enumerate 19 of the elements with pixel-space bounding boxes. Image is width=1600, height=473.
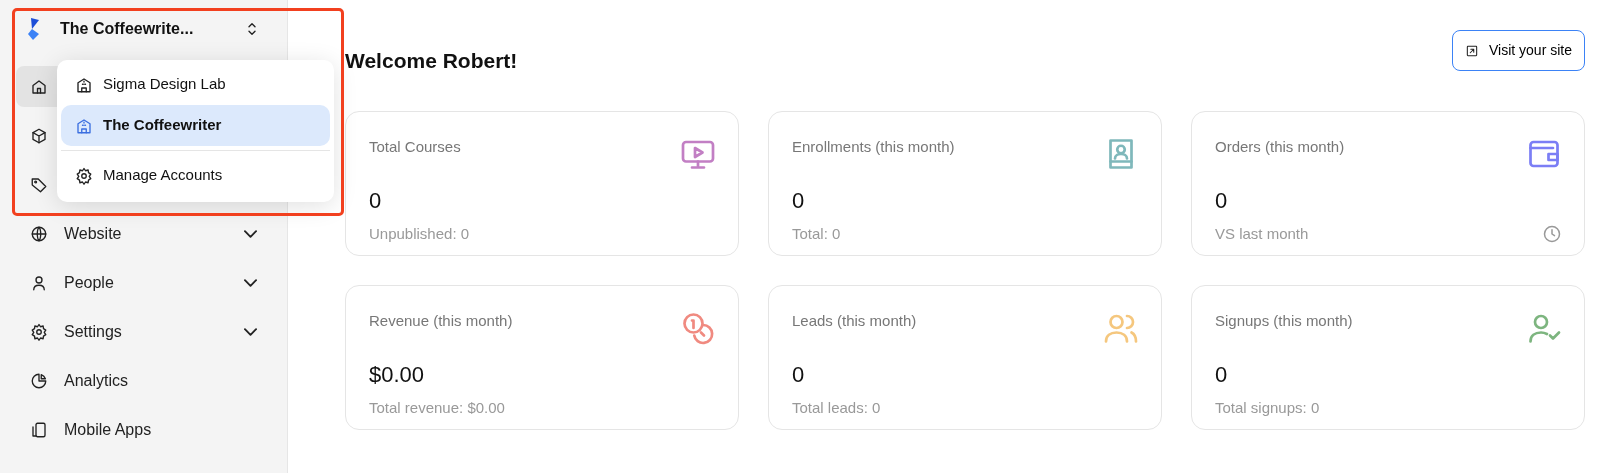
stat-value: $0.00 xyxy=(369,361,426,390)
stat-title: Signups (this month) xyxy=(1215,311,1353,332)
stat-title: Orders (this month) xyxy=(1215,137,1345,158)
stat-title: Total Courses xyxy=(369,137,461,158)
page-title: Welcome Robert! xyxy=(345,48,518,74)
stat-value: 0 xyxy=(792,361,806,390)
stat-subtitle: Total leads: 0 xyxy=(792,398,881,419)
stat-title: Revenue (this month) xyxy=(369,311,513,332)
stat-subtitle: Total signups: 0 xyxy=(1215,398,1320,419)
stat-subtitle: Total: 0 xyxy=(792,224,841,245)
stat-value: 0 xyxy=(1215,187,1229,216)
stat-value: 0 xyxy=(369,187,383,216)
stat-value: 0 xyxy=(792,187,806,216)
stat-subtitle: VS last month xyxy=(1215,224,1309,245)
stat-title: Leads (this month) xyxy=(792,311,917,332)
stat-value: 0 xyxy=(1215,361,1229,390)
stat-title: Enrollments (this month) xyxy=(792,137,955,158)
stat-subtitle: Unpublished: 0 xyxy=(369,224,470,245)
stat-subtitle: Total revenue: $0.00 xyxy=(369,398,505,419)
